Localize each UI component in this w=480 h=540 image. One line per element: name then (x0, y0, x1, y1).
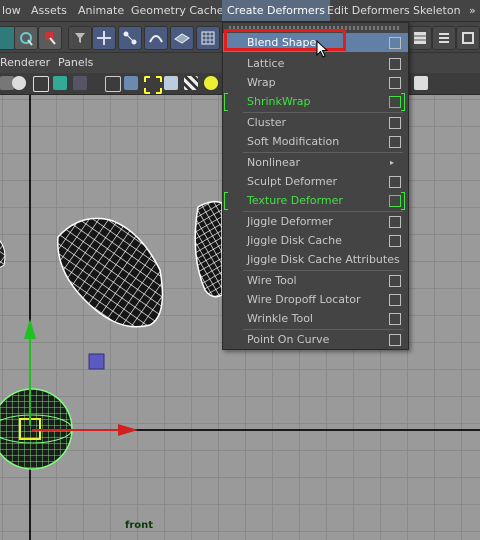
panel-menu-renderer[interactable]: Renderer (0, 53, 50, 73)
locator-square[interactable] (88, 353, 105, 370)
mesh-shape-right[interactable] (194, 200, 223, 298)
option-box-icon[interactable] (389, 117, 401, 129)
mouse-cursor-icon (316, 40, 329, 58)
option-box-icon[interactable] (389, 313, 401, 325)
menu-item-wrinkle-tool[interactable]: Wrinkle Tool (223, 309, 408, 328)
menu-edit-deformers[interactable]: Edit Deformers (322, 0, 415, 21)
option-box-icon[interactable] (389, 37, 401, 49)
paint-select-icon[interactable] (38, 26, 62, 50)
bracket-right-icon (401, 93, 405, 111)
option-box-icon[interactable] (389, 96, 401, 108)
menu-overflow[interactable]: » (464, 0, 480, 21)
option-box-icon[interactable] (389, 176, 401, 188)
option-box-icon[interactable] (389, 294, 401, 306)
option-box-icon[interactable] (389, 216, 401, 228)
textured-icon[interactable] (53, 76, 67, 90)
camera-label: front (125, 520, 154, 531)
filter-icon[interactable] (68, 26, 92, 50)
menu-item-sculpt-deformer[interactable]: Sculpt Deformer (223, 172, 408, 191)
y-manipulator-arrow-icon[interactable] (24, 319, 36, 339)
menu-item-jiggle-deformer[interactable]: Jiggle Deformer (223, 212, 408, 231)
option-box-icon[interactable] (389, 275, 401, 287)
menu-skeleton[interactable]: Skeleton (408, 0, 466, 21)
option-box-icon[interactable] (389, 77, 401, 89)
joint-tool-icon[interactable] (118, 26, 142, 50)
create-deformers-menu: Blend Shape Lattice Wrap ShrinkWrap Clus… (222, 22, 409, 350)
menu-item-texture-deformer[interactable]: Texture Deformer (223, 191, 408, 210)
bracket-right-icon (401, 192, 405, 210)
mesh-shape-left[interactable] (0, 235, 5, 268)
menu-assets[interactable]: Assets (26, 0, 72, 21)
main-menu-bar: low Assets Animate Geometry Cache Create… (0, 0, 480, 22)
option-box-icon[interactable] (389, 334, 401, 346)
option-box-icon[interactable] (389, 195, 401, 207)
lights-icon[interactable] (73, 76, 87, 90)
lattice-icon[interactable] (196, 26, 220, 50)
light-bulb-icon[interactable] (204, 76, 218, 90)
option-box-icon[interactable] (389, 136, 401, 148)
menu-item-jiggle-disk-cache-attributes[interactable]: Jiggle Disk Cache Attributes (223, 250, 408, 269)
menu-item-wire-dropoff-locator[interactable]: Wire Dropoff Locator (223, 290, 408, 309)
menu-item-shrinkwrap[interactable]: ShrinkWrap (223, 92, 408, 111)
lasso-select-icon[interactable] (14, 26, 38, 50)
menu-animate[interactable]: Animate (73, 0, 129, 21)
submenu-arrow-icon: ▸ (390, 158, 395, 167)
smooth-shade-icon[interactable] (12, 76, 26, 90)
x-manipulator-arrow-icon[interactable] (118, 424, 138, 436)
bracket-left-icon (224, 192, 228, 210)
mesh-shape-middle[interactable] (57, 217, 164, 328)
menu-item-wrap[interactable]: Wrap (223, 73, 408, 92)
menu-item-wire-tool[interactable]: Wire Tool (223, 271, 408, 290)
menu-item-nonlinear[interactable]: Nonlinear ▸ (223, 153, 408, 172)
menu-item-point-on-curve[interactable]: Point On Curve (223, 330, 408, 349)
display-cube-icon[interactable] (124, 76, 138, 90)
plane-icon[interactable] (170, 26, 194, 50)
menu-create-deformers[interactable]: Create Deformers (222, 0, 330, 21)
xray-icon[interactable] (144, 76, 162, 94)
shelf-icon-c[interactable] (456, 26, 480, 50)
menu-window[interactable]: low (0, 0, 26, 21)
menu-geometry-cache[interactable]: Geometry Cache (126, 0, 229, 21)
share-icon[interactable] (414, 76, 428, 90)
camera-cube-icon[interactable] (105, 76, 121, 92)
menu-item-soft-modification[interactable]: Soft Modification (223, 132, 408, 151)
checker-icon[interactable] (184, 76, 198, 90)
curve-tool-icon[interactable] (144, 26, 168, 50)
option-box-icon[interactable] (389, 58, 401, 70)
menu-item-cluster[interactable]: Cluster (223, 113, 408, 132)
option-box-icon[interactable] (389, 235, 401, 247)
menu-item-jiggle-disk-cache[interactable]: Jiggle Disk Cache (223, 231, 408, 250)
move-tool-icon[interactable] (92, 26, 116, 50)
wireframe-icon[interactable] (33, 76, 49, 92)
bracket-left-icon (224, 93, 228, 111)
shaded-cube-icon[interactable] (164, 76, 178, 90)
shelf-icon-b[interactable] (432, 26, 456, 50)
panel-menu-panels[interactable]: Panels (58, 53, 93, 73)
shelf-icon-a[interactable] (408, 26, 432, 50)
